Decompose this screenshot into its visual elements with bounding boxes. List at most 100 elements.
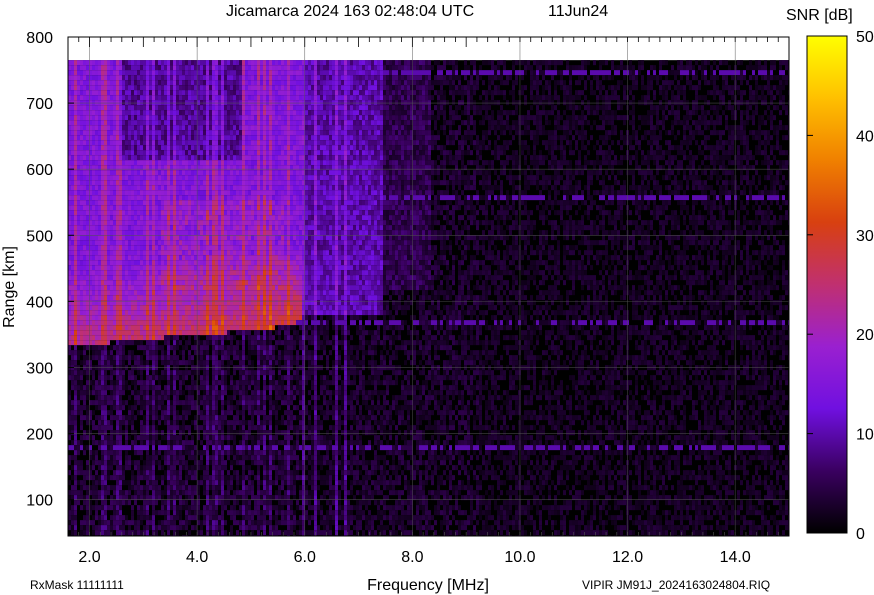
heatmap-cell — [74, 315, 77, 321]
heatmap-cell — [122, 150, 125, 156]
heatmap-cell — [173, 240, 176, 246]
heatmap-cell — [188, 175, 191, 181]
heatmap-cell — [143, 325, 146, 331]
heatmap-cell — [164, 405, 167, 411]
heatmap-cell — [131, 150, 134, 156]
heatmap-cell — [212, 140, 215, 146]
heatmap-cell — [113, 80, 116, 86]
heatmap-cell — [212, 390, 215, 396]
heatmap-cell — [128, 60, 131, 66]
heatmap-cell — [119, 370, 122, 376]
heatmap-cell — [104, 135, 107, 141]
heatmap-cell — [191, 505, 194, 511]
heatmap-cell — [107, 385, 110, 391]
heatmap-cell — [227, 470, 230, 476]
heatmap-cell — [134, 115, 137, 121]
heatmap-cell — [146, 455, 149, 461]
heatmap-cell — [134, 395, 137, 401]
heatmap-cell — [80, 490, 83, 496]
heatmap-cell — [104, 500, 107, 506]
heatmap-cell — [158, 520, 161, 526]
heatmap-cell — [131, 415, 134, 421]
heatmap-cell — [203, 125, 206, 131]
heatmap-cell — [236, 95, 239, 101]
heatmap-cell — [200, 300, 203, 306]
heatmap-cell — [104, 65, 107, 71]
heatmap-cell — [128, 315, 131, 321]
heatmap-cell — [107, 350, 110, 356]
heatmap-cell — [134, 355, 137, 361]
heatmap-cell — [128, 160, 131, 166]
heatmap-cell — [161, 90, 164, 96]
heatmap-cell — [131, 305, 134, 311]
heatmap-cell — [167, 270, 170, 276]
heatmap-cell — [137, 115, 140, 121]
heatmap-cell — [110, 335, 113, 341]
heatmap-cell — [218, 150, 221, 156]
heatmap-cell — [200, 460, 203, 466]
heatmap-cell — [83, 205, 86, 211]
heatmap-cell — [101, 360, 104, 366]
heatmap-cell — [194, 525, 197, 531]
heatmap-cell — [83, 210, 86, 216]
heatmap-cell — [134, 230, 137, 236]
heatmap-cell — [74, 275, 77, 281]
heatmap-cell — [86, 260, 89, 266]
heatmap-cell — [200, 320, 203, 326]
heatmap-cell — [176, 145, 179, 151]
heatmap-cell — [98, 305, 101, 311]
heatmap-cell — [158, 235, 161, 241]
heatmap-cell — [209, 160, 212, 166]
heatmap-cell — [167, 370, 170, 376]
heatmap-cell — [170, 450, 173, 456]
heatmap-cell — [173, 115, 176, 121]
heatmap-cell — [101, 240, 104, 246]
heatmap-cell — [227, 435, 230, 441]
heatmap-cell — [215, 290, 218, 296]
heatmap-cell — [206, 275, 209, 281]
heatmap-cell — [137, 280, 140, 286]
heatmap-cell — [140, 490, 143, 496]
heatmap-cell — [206, 135, 209, 141]
heatmap-cell — [188, 360, 191, 366]
heatmap-cell — [95, 290, 98, 296]
heatmap-cell — [131, 370, 134, 376]
heatmap-cell — [161, 195, 164, 201]
heatmap-cell — [128, 175, 131, 181]
heatmap-cell — [209, 170, 212, 176]
heatmap-cell — [215, 300, 218, 306]
heatmap-cell — [122, 190, 125, 196]
heatmap-cell — [206, 100, 209, 106]
heatmap-cell — [125, 170, 128, 176]
heatmap-cell — [158, 220, 161, 226]
heatmap-cell — [230, 285, 233, 291]
heatmap-cell — [206, 435, 209, 441]
heatmap-cell — [116, 280, 119, 286]
heatmap-cell — [176, 415, 179, 421]
heatmap-cell — [80, 280, 83, 286]
heatmap-cell — [191, 485, 194, 491]
heatmap-cell — [116, 290, 119, 296]
heatmap-cell — [230, 320, 233, 326]
heatmap-cell — [134, 320, 137, 326]
heatmap-cell — [200, 305, 203, 311]
heatmap-cell — [206, 140, 209, 146]
heatmap-cell — [152, 280, 155, 286]
heatmap-cell — [140, 205, 143, 211]
heatmap-cell — [182, 95, 185, 101]
heatmap-cell — [101, 190, 104, 196]
heatmap-cell — [146, 65, 149, 71]
heatmap-cell — [92, 285, 95, 291]
heatmap-cell — [107, 455, 110, 461]
heatmap-cell — [98, 490, 101, 496]
heatmap-cell — [98, 135, 101, 141]
heatmap-cell — [134, 270, 137, 276]
heatmap-cell — [155, 95, 158, 101]
heatmap-cell — [221, 520, 224, 526]
heatmap-cell — [164, 515, 167, 521]
heatmap-cell — [86, 200, 89, 206]
heatmap-cell — [224, 240, 227, 246]
heatmap-cell — [83, 270, 86, 276]
heatmap-cell — [233, 370, 236, 376]
heatmap-cell — [116, 445, 119, 451]
